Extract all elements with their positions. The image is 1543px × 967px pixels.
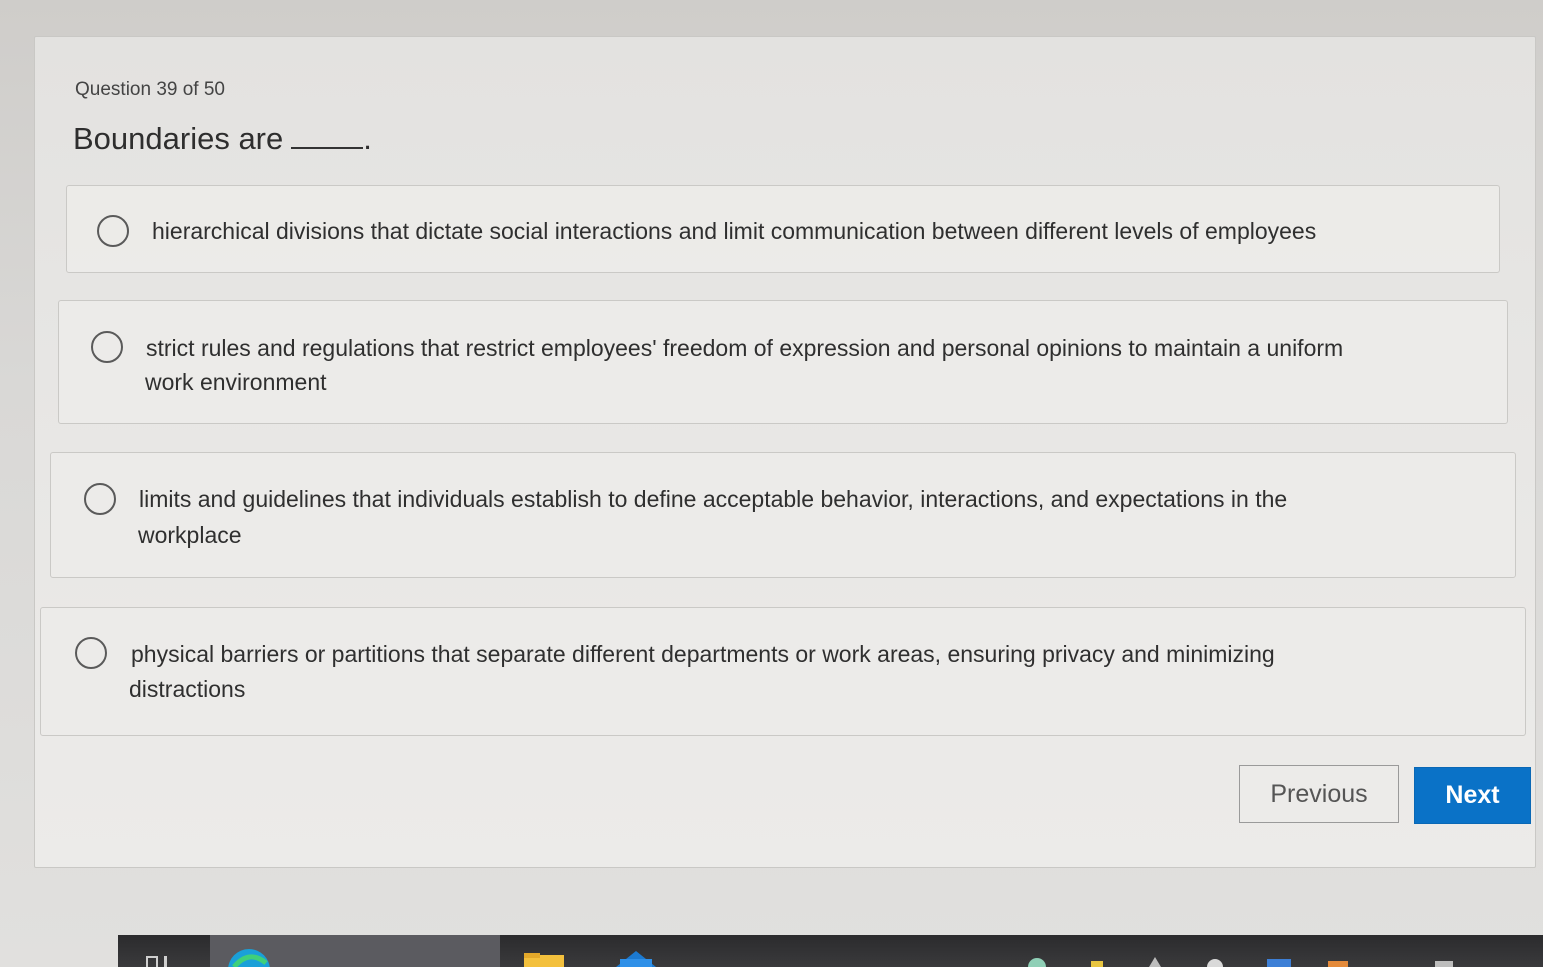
option-2-text-line-1: strict rules and regulations that restri… <box>146 335 1344 361</box>
task-view-icon[interactable] <box>144 949 174 967</box>
next-button[interactable]: Next <box>1414 767 1531 824</box>
radio-button-option-1[interactable] <box>97 215 129 247</box>
mail-icon[interactable] <box>612 947 660 967</box>
edge-browser-icon[interactable] <box>226 947 272 967</box>
answer-option-2[interactable]: strict rules and regulations that restri… <box>58 300 1508 424</box>
answer-option-4[interactable]: physical barriers or partitions that sep… <box>40 607 1526 736</box>
previous-button[interactable]: Previous <box>1239 765 1399 823</box>
taskbar <box>118 935 1543 967</box>
radio-button-option-4[interactable] <box>75 637 107 669</box>
file-explorer-icon[interactable] <box>522 951 566 967</box>
answer-blank <box>291 121 364 149</box>
option-3-text-line-1: limits and guidelines that individuals e… <box>139 486 1288 512</box>
option-3-text-line-2: workplace <box>138 522 242 548</box>
answer-option-3[interactable]: limits and guidelines that individuals e… <box>50 452 1516 578</box>
radio-button-option-2[interactable] <box>91 331 123 363</box>
radio-button-option-3[interactable] <box>84 483 116 515</box>
question-text: Boundaries are. <box>73 121 372 157</box>
question-counter: Question 39 of 50 <box>75 79 225 100</box>
option-2-text-line-2: work environment <box>145 369 327 395</box>
question-stem: Boundaries are <box>73 121 284 156</box>
system-tray-icons[interactable] <box>1023 955 1483 967</box>
answer-option-1[interactable]: hierarchical divisions that dictate soci… <box>66 185 1500 273</box>
option-4-text-line-2: distractions <box>129 676 246 702</box>
option-4-text-line-1: physical barriers or partitions that sep… <box>131 641 1275 667</box>
question-period: . <box>363 121 372 156</box>
option-1-text: hierarchical divisions that dictate soci… <box>152 218 1317 244</box>
